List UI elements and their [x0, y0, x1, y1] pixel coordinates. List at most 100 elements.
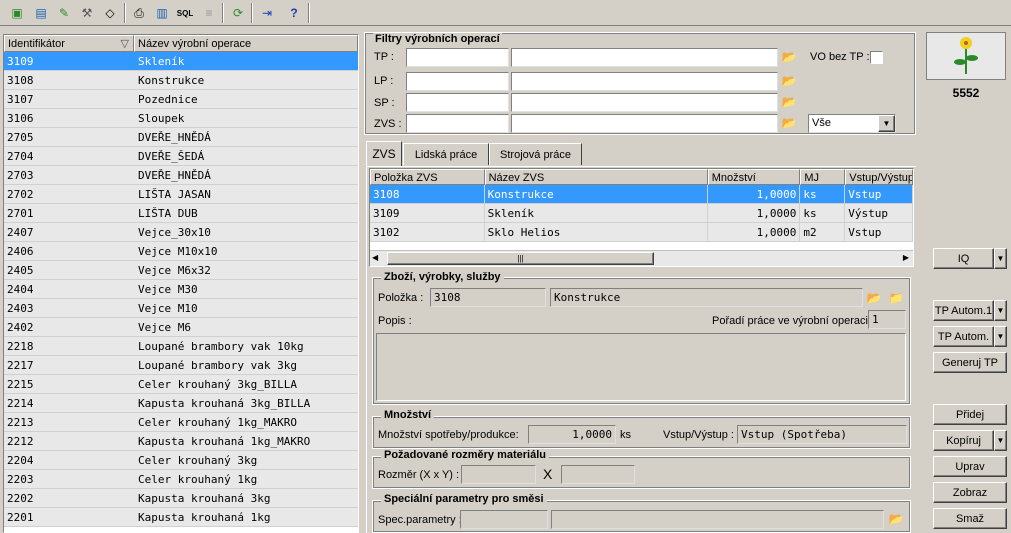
- help-icon[interactable]: ?: [283, 2, 305, 24]
- list-item[interactable]: 2218 Loupané brambory vak 10kg: [4, 337, 358, 356]
- zvs-col-polozka[interactable]: Položka ZVS: [370, 169, 485, 185]
- list-item-name: DVEŘE_HNĚDÁ: [138, 169, 211, 182]
- list-item[interactable]: 2407 Vejce_30x10: [4, 223, 358, 242]
- list-item[interactable]: 2212 Kapusta krouhaná 1kg_MAKRO: [4, 432, 358, 451]
- list-item[interactable]: 2705 DVEŘE_HNĚDÁ: [4, 128, 358, 147]
- zvs-name-input[interactable]: [511, 114, 778, 133]
- tp-name-input[interactable]: [511, 48, 778, 67]
- tp-autom1-dropdown-icon[interactable]: ▼: [994, 300, 1007, 321]
- exit-icon[interactable]: ⇥: [256, 2, 278, 24]
- tab-lidska-prace[interactable]: Lidská práce: [403, 143, 489, 165]
- zvs-row[interactable]: 3108 Konstrukce 1,0000 ks Vstup: [370, 185, 913, 204]
- open-icon[interactable]: ▤: [30, 2, 52, 24]
- list-item[interactable]: 2215 Celer krouhaný 3kg_BILLA: [4, 375, 358, 394]
- generuj-tp-button[interactable]: Generuj TP: [933, 352, 1007, 373]
- eraser-icon[interactable]: ◇: [99, 2, 121, 24]
- list-item[interactable]: 3107 Pozednice: [4, 90, 358, 109]
- sp-folder-icon[interactable]: 📂: [781, 95, 797, 109]
- pridej-button[interactable]: Přidej: [933, 404, 1007, 425]
- kopiruj-button[interactable]: Kopíruj: [933, 430, 994, 451]
- list-item[interactable]: 2204 Celer krouhaný 3kg: [4, 451, 358, 470]
- zvs-col-nazev[interactable]: Název ZVS: [484, 169, 708, 185]
- zvs-row[interactable]: 3102 Sklo Helios 1,0000 m2 Vstup: [370, 223, 913, 242]
- list-item[interactable]: 2404 Vejce M30: [4, 280, 358, 299]
- zvs-grid-header: Položka ZVS Název ZVS Množství MJ Vstup/…: [370, 169, 913, 185]
- tp-autom-dropdown-icon[interactable]: ▼: [994, 326, 1007, 347]
- column-header-id[interactable]: Identifikátor ▽: [4, 35, 134, 52]
- scroll-left-icon[interactable]: ◀: [372, 253, 378, 262]
- list-item-id: 2203: [7, 473, 34, 486]
- list-item[interactable]: 3109 Skleník: [4, 52, 358, 71]
- tab-strojova-prace[interactable]: Strojová práce: [489, 143, 582, 165]
- column-header-name[interactable]: Název výrobní operace: [134, 35, 358, 52]
- scrollbar-thumb[interactable]: |||: [387, 252, 654, 265]
- list-item[interactable]: 2201 Kapusta krouhaná 1kg: [4, 508, 358, 527]
- sql-icon[interactable]: SQL: [174, 2, 196, 24]
- list-item[interactable]: 2213 Celer krouhaný 1kg_MAKRO: [4, 413, 358, 432]
- polozka-folder-icon[interactable]: 📁: [888, 291, 904, 305]
- list-item[interactable]: 3106 Sloupek: [4, 109, 358, 128]
- zobraz-button[interactable]: Zobraz: [933, 482, 1007, 503]
- tp-code-input[interactable]: [406, 48, 509, 67]
- sp-name-input[interactable]: [511, 93, 778, 112]
- spec-code-field[interactable]: [460, 510, 548, 529]
- list-item[interactable]: 2214 Kapusta krouhaná 3kg_BILLA: [4, 394, 358, 413]
- tab-zvs[interactable]: ZVS: [366, 141, 402, 166]
- list-item[interactable]: 2202 Kapusta krouhaná 3kg: [4, 489, 358, 508]
- zvs-folder-icon[interactable]: 📂: [781, 116, 797, 130]
- spec-folder-icon[interactable]: 📂: [888, 512, 904, 526]
- list-item[interactable]: 2403 Vejce M10: [4, 299, 358, 318]
- iq-button[interactable]: IQ: [933, 248, 994, 269]
- kopiruj-dropdown-icon[interactable]: ▼: [994, 430, 1007, 451]
- tp-autom-button[interactable]: TP Autom.: [933, 326, 994, 347]
- sp-code-input[interactable]: [406, 93, 509, 112]
- lp-code-input[interactable]: [406, 72, 509, 91]
- refresh-icon[interactable]: ⟳: [227, 2, 249, 24]
- zvs-col-mj[interactable]: MJ: [800, 169, 846, 185]
- zvs-col-mnozstvi[interactable]: Množství: [707, 169, 801, 185]
- zvs-cell-mnozstvi: 1,0000: [708, 204, 801, 222]
- zvs-cell-polozka: 3102: [370, 223, 485, 241]
- rozmer-y-field[interactable]: [561, 465, 635, 484]
- lp-folder-icon[interactable]: 📂: [781, 74, 797, 88]
- list-item[interactable]: 2405 Vejce M6x32: [4, 261, 358, 280]
- list-item[interactable]: 2203 Celer krouhaný 1kg: [4, 470, 358, 489]
- filters-title: Filtry výrobních operací: [373, 33, 502, 45]
- vo-bez-tp-checkbox[interactable]: [870, 51, 883, 64]
- tp-autom1-button[interactable]: TP Autom.1: [933, 300, 994, 321]
- list-item[interactable]: 2402 Vejce M6: [4, 318, 358, 337]
- zvs-row[interactable]: 3109 Skleník 1,0000 ks Výstup: [370, 204, 913, 223]
- export-icon[interactable]: ▥: [151, 2, 173, 24]
- tp-folder-icon[interactable]: 📂: [781, 50, 797, 64]
- operations-list[interactable]: Identifikátor ▽ Název výrobní operace 310…: [3, 34, 359, 533]
- list-item-id: 2406: [7, 245, 34, 258]
- horizontal-scrollbar[interactable]: ◀ ||| ▶: [370, 250, 913, 266]
- print-icon[interactable]: ⎙: [128, 2, 150, 24]
- list-item[interactable]: 2702 LIŠTA JASAN: [4, 185, 358, 204]
- list-item-id: 2405: [7, 264, 34, 277]
- new-icon[interactable]: ▣: [6, 2, 28, 24]
- list-item[interactable]: 2406 Vejce M10x10: [4, 242, 358, 261]
- edit-icon[interactable]: ✎: [53, 2, 75, 24]
- zvs-grid[interactable]: Položka ZVS Název ZVS Množství MJ Vstup/…: [369, 168, 914, 267]
- uprav-button[interactable]: Uprav: [933, 456, 1007, 477]
- list-item[interactable]: 2701 LIŠTA DUB: [4, 204, 358, 223]
- lp-name-input[interactable]: [511, 72, 778, 91]
- zvs-code-input[interactable]: [406, 114, 509, 133]
- spec-name-field[interactable]: [551, 510, 884, 529]
- zvs-col-vstup-vystup[interactable]: Vstup/Výstup: [845, 169, 913, 185]
- polozka-open-icon[interactable]: 📂: [866, 291, 882, 305]
- popis-textarea[interactable]: [376, 333, 906, 401]
- list-item[interactable]: 2704 DVEŘE_ŠEDÁ: [4, 147, 358, 166]
- rozmer-x-field[interactable]: [461, 465, 536, 484]
- tools-icon[interactable]: ⚒: [76, 2, 98, 24]
- list-item[interactable]: 3108 Konstrukce: [4, 71, 358, 90]
- iq-dropdown-icon[interactable]: ▼: [994, 248, 1007, 269]
- list-item[interactable]: 2217 Loupané brambory vak 3kg: [4, 356, 358, 375]
- scroll-right-icon[interactable]: ▶: [903, 253, 909, 262]
- list-item[interactable]: 2703 DVEŘE_HNĚDÁ: [4, 166, 358, 185]
- smaz-button[interactable]: Smaž: [933, 508, 1007, 529]
- zvs-cell-mj: m2: [800, 223, 846, 241]
- chevron-down-icon[interactable]: ▼: [878, 115, 895, 132]
- list-item-id: 2202: [7, 492, 34, 505]
